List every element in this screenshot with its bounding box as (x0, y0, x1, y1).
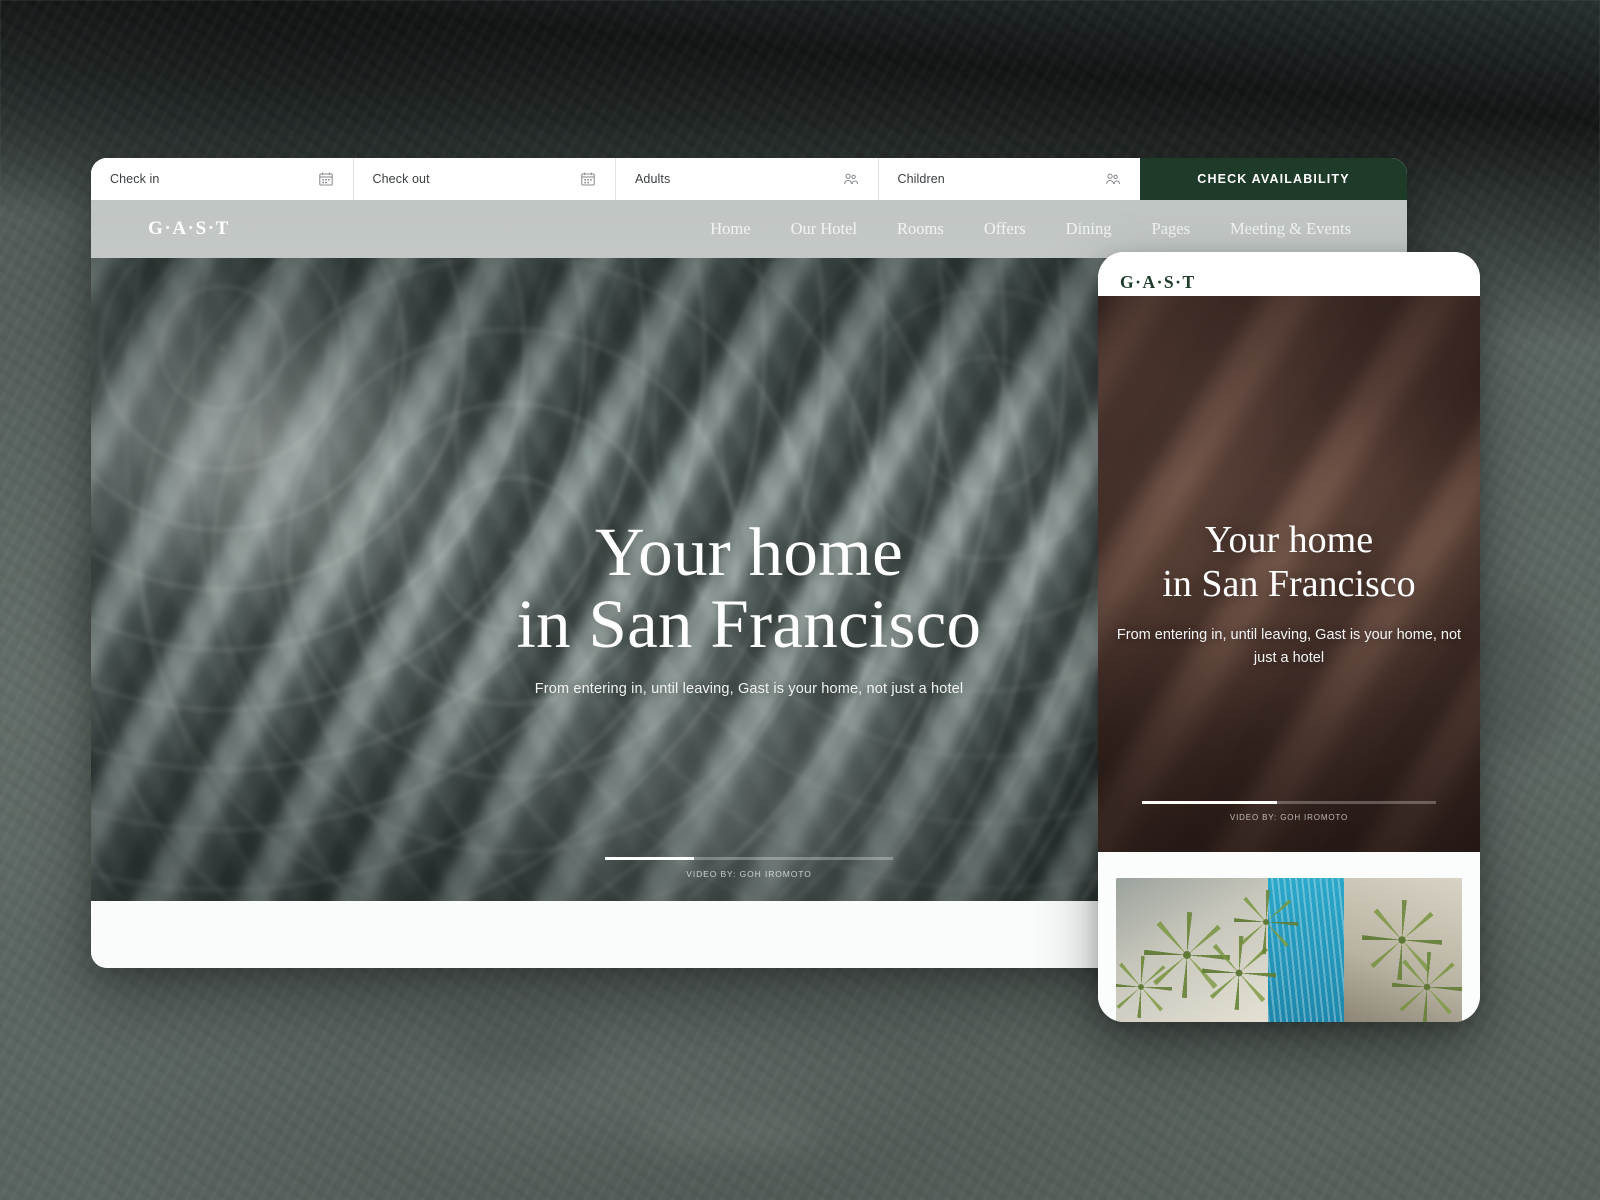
backdrop-blob (1472, 600, 1562, 750)
video-credit-label: VIDEO BY: GOH IROMOTO (686, 869, 812, 879)
brand-logo[interactable]: G·A·S·T (148, 218, 230, 240)
mobile-hero-heading: Your home in San Francisco (1116, 518, 1462, 606)
mobile-video-progress-bar[interactable] (1142, 801, 1436, 804)
calendar-icon[interactable] (580, 171, 596, 187)
booking-bar: Check in Check out Adults Children CHECK… (91, 158, 1407, 200)
nav-item-pages[interactable]: Pages (1132, 219, 1211, 239)
mobile-video-credit-label: VIDEO BY: GOH IROMOTO (1229, 813, 1349, 822)
people-icon[interactable] (1105, 171, 1121, 187)
checkin-field[interactable]: Check in (91, 158, 354, 200)
nav-item-meeting-events[interactable]: Meeting & Events (1210, 219, 1351, 239)
nav-item-dining[interactable]: Dining (1046, 219, 1132, 239)
mobile-hero-subtitle-line1: From entering in, until leaving, Gast is (1116, 627, 1361, 643)
desktop-navbar: G·A·S·T Home Our Hotel Rooms Offers Dini… (91, 200, 1407, 258)
mobile-brand-logo[interactable]: G·A·S·T (1120, 272, 1196, 293)
mobile-gallery-section (1098, 852, 1480, 1022)
mobile-hero-section: Your home in San Francisco From entering… (1098, 296, 1480, 852)
mobile-hero-heading-line1: Your home (1204, 519, 1374, 561)
backdrop-blob (640, 1116, 820, 1150)
mobile-video-progress-fill (1142, 801, 1278, 804)
children-label: Children (897, 172, 945, 186)
palm-tree (1392, 952, 1462, 1022)
checkout-field[interactable]: Check out (353, 158, 616, 200)
mobile-hero-subtitle: From entering in, until leaving, Gast is… (1116, 624, 1462, 670)
mobile-hero-credit-block: VIDEO BY: GOH IROMOTO (1142, 801, 1436, 822)
palm-tree (1234, 890, 1298, 954)
mobile-phone-mockup: G·A·S·T Your home in San Francisco From … (1098, 252, 1480, 1022)
people-icon[interactable] (843, 171, 859, 187)
adults-label: Adults (635, 172, 671, 186)
mobile-hero-heading-line2: in San Francisco (1162, 563, 1416, 605)
checkin-label: Check in (110, 172, 160, 186)
video-progress-fill (605, 857, 695, 860)
checkout-label: Check out (372, 172, 430, 186)
nav-item-rooms[interactable]: Rooms (877, 219, 964, 239)
hero-credit-block: VIDEO BY: GOH IROMOTO (605, 857, 893, 879)
nav-item-offers[interactable]: Offers (964, 219, 1046, 239)
hero-heading-line1: Your home (594, 514, 904, 590)
mobile-hero-content: Your home in San Francisco From entering… (1098, 518, 1480, 670)
nav-item-our-hotel[interactable]: Our Hotel (771, 219, 877, 239)
check-availability-button[interactable]: CHECK AVAILABILITY (1140, 158, 1407, 200)
mobile-gallery-photo[interactable] (1116, 878, 1462, 1022)
hero-heading-line2: in San Francisco (516, 586, 982, 662)
adults-field[interactable]: Adults (616, 158, 879, 200)
video-progress-bar[interactable] (605, 857, 893, 860)
mobile-header: G·A·S·T (1098, 252, 1480, 296)
desktop-nav-menu: Home Our Hotel Rooms Offers Dining Pages… (690, 219, 1351, 239)
nav-item-home[interactable]: Home (690, 219, 770, 239)
calendar-icon[interactable] (318, 171, 334, 187)
backdrop-blob (448, 1032, 588, 1072)
children-field[interactable]: Children (878, 158, 1140, 200)
